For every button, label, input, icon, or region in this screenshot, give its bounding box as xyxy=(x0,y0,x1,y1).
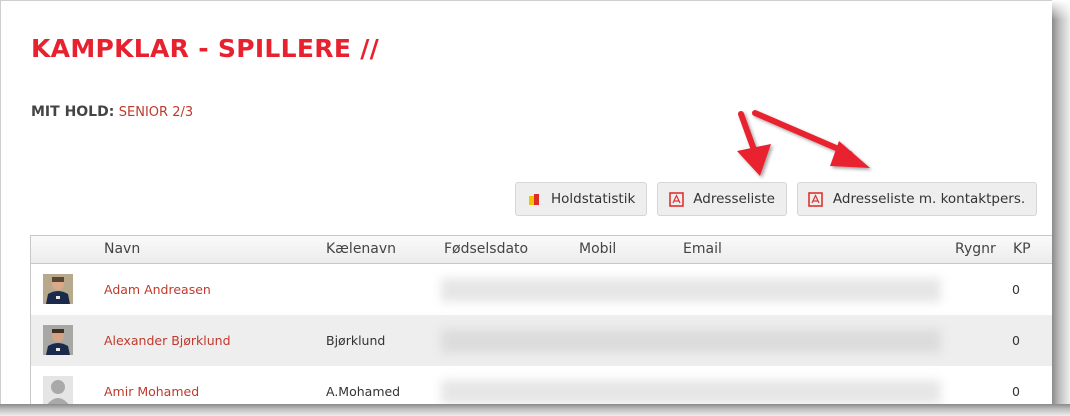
pdf-icon xyxy=(668,191,684,207)
players-table: Navn Kælenavn Fødselsdato Mobil Email Ry… xyxy=(30,235,1053,410)
toolbar: Holdstatistik Adresseliste Adresseliste … xyxy=(515,182,1038,216)
page-frame: KAMPKLAR - SPILLERE // MIT HOLD: SENIOR … xyxy=(0,0,1056,410)
address-list-button[interactable]: Adresseliste xyxy=(657,182,787,216)
column-header-nickname[interactable]: Kælenavn xyxy=(326,241,396,257)
player-kp: 0 xyxy=(1012,282,1020,297)
player-kp: 0 xyxy=(1012,333,1020,348)
column-header-jersey-number[interactable]: Rygnr xyxy=(955,241,996,257)
player-name-link[interactable]: Amir Mohamed xyxy=(104,384,199,399)
page-title: KAMPKLAR - SPILLERE // xyxy=(31,34,380,63)
player-name-link[interactable]: Adam Andreasen xyxy=(104,282,211,297)
statistics-icon xyxy=(526,191,542,207)
column-header-mobile[interactable]: Mobil xyxy=(579,241,616,257)
team-statistics-label: Holdstatistik xyxy=(551,191,636,207)
address-list-label: Adresseliste xyxy=(693,191,775,207)
team-value[interactable]: SENIOR 2/3 xyxy=(119,105,193,120)
column-header-kp[interactable]: KP xyxy=(1013,241,1031,257)
frame-shadow-bottom xyxy=(0,404,1070,416)
player-photo xyxy=(43,274,73,304)
address-list-contacts-label: Adresseliste m. kontaktpers. xyxy=(832,191,1026,207)
redacted-personal-data xyxy=(441,380,941,404)
team-line: MIT HOLD: SENIOR 2/3 xyxy=(31,104,193,120)
column-header-name[interactable]: Navn xyxy=(104,241,140,257)
frame-shadow-fade xyxy=(1052,0,1070,20)
frame-shadow-right xyxy=(1052,0,1070,416)
column-header-email[interactable]: Email xyxy=(683,241,722,257)
player-nickname: Bjørklund xyxy=(326,333,386,348)
redacted-personal-data xyxy=(441,278,941,302)
team-statistics-button[interactable]: Holdstatistik xyxy=(515,182,648,216)
player-photo xyxy=(43,325,73,355)
player-name-link[interactable]: Alexander Bjørklund xyxy=(104,333,231,348)
player-kp: 0 xyxy=(1012,384,1020,399)
default-avatar-icon xyxy=(43,376,73,406)
player-nickname: A.Mohamed xyxy=(326,384,401,399)
table-header: Navn Kælenavn Fødselsdato Mobil Email Ry… xyxy=(31,236,1052,264)
column-header-birthdate[interactable]: Fødselsdato xyxy=(444,241,528,257)
table-row[interactable]: Alexander Bjørklund Bjørklund 0 xyxy=(31,315,1052,366)
address-list-contacts-button[interactable]: Adresseliste m. kontaktpers. xyxy=(796,182,1038,216)
pdf-icon xyxy=(808,191,824,207)
team-label: MIT HOLD: xyxy=(31,104,115,120)
redacted-personal-data xyxy=(441,329,941,353)
table-row[interactable]: Adam Andreasen 0 xyxy=(31,264,1052,315)
